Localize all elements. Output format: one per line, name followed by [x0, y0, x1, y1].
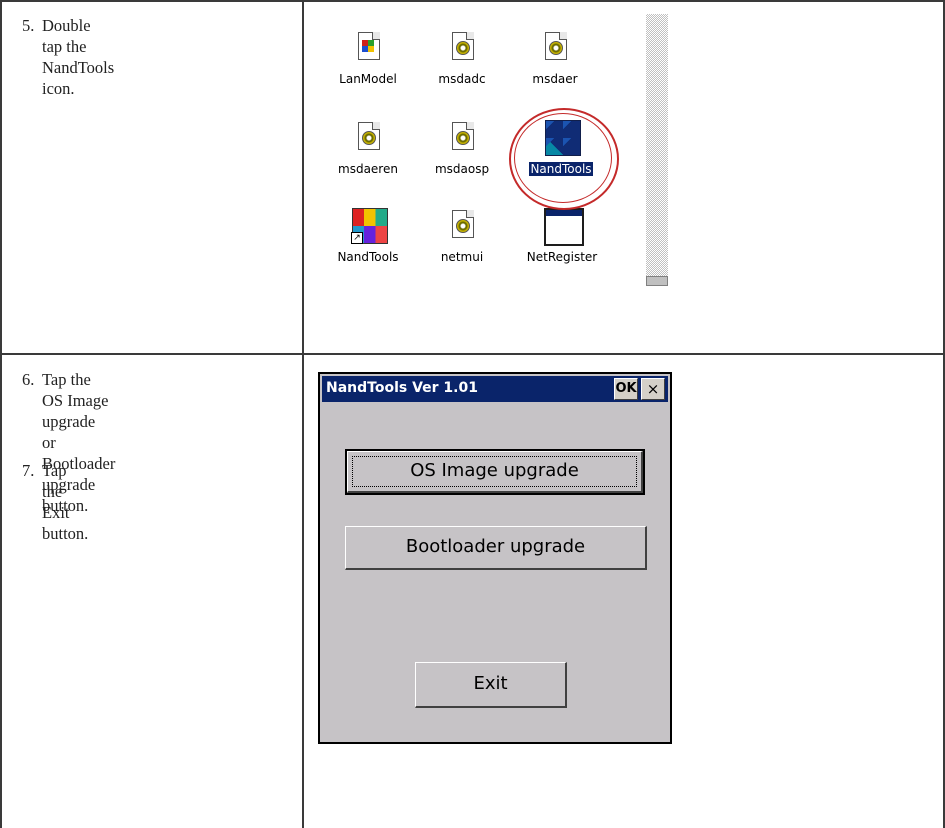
step-number: 7.: [22, 461, 35, 480]
exit-button[interactable]: Exit: [415, 662, 567, 708]
table-row-divider: [0, 353, 945, 355]
gear-doc-icon: [442, 206, 482, 246]
step-text-line: Double tap the NandTools: [42, 16, 115, 77]
file-label: msdaer: [532, 72, 578, 86]
gear-doc-icon: [442, 28, 482, 68]
file-label: NetRegister: [526, 250, 598, 264]
nandtools-dialog: NandTools Ver 1.01 OK × OS Image upgrade…: [318, 372, 672, 744]
step-text-line: icon.: [42, 79, 75, 98]
file-item-netregister[interactable]: NetRegister: [516, 206, 608, 264]
table-border-top: [0, 0, 945, 2]
file-item-msdaer[interactable]: msdaer: [509, 28, 601, 86]
file-item-msdadc[interactable]: msdadc: [416, 28, 508, 86]
step-number: 6.: [22, 370, 35, 389]
file-label: NandTools: [337, 250, 399, 264]
gear-doc-icon: [535, 28, 575, 68]
file-item-msdaosp[interactable]: msdaosp: [416, 118, 508, 176]
cubes-shortcut-icon: ↗: [348, 206, 388, 246]
file-item-nandtools-shortcut[interactable]: ↗ NandTools: [322, 206, 414, 264]
gear-doc-icon: [348, 118, 388, 158]
file-item-msdaeren[interactable]: msdaeren: [322, 118, 414, 176]
file-label: msdadc: [438, 72, 486, 86]
bootloader-upgrade-button[interactable]: Bootloader upgrade: [345, 526, 647, 570]
table-border-left: [0, 0, 2, 828]
file-label: msdaosp: [434, 162, 490, 176]
button-label: Exit: [473, 673, 508, 694]
window-app-icon: [542, 206, 584, 246]
table-column-divider: [302, 0, 304, 828]
focus-rectangle: [352, 456, 637, 487]
os-image-upgrade-button[interactable]: OS Image upgrade: [345, 449, 645, 495]
highlight-circle-inner: [514, 113, 612, 203]
gear-doc-icon: [442, 118, 482, 158]
file-label: LanModel: [339, 72, 397, 86]
close-button[interactable]: ×: [641, 378, 665, 400]
file-item-netmui[interactable]: netmui: [416, 206, 508, 264]
button-label: Bootloader upgrade: [405, 536, 586, 557]
step-number: 5.: [22, 16, 35, 35]
step-text-line: Tap the Exit button.: [42, 461, 89, 543]
file-label: msdaeren: [338, 162, 398, 176]
dialog-title-bar[interactable]: NandTools Ver 1.01 OK ×: [322, 376, 668, 402]
scrollbar-thumb[interactable]: [646, 276, 668, 286]
file-item-lanmodel[interactable]: LanModel: [322, 28, 414, 86]
file-label: netmui: [440, 250, 484, 264]
vertical-scrollbar[interactable]: [646, 14, 668, 286]
setup-doc-icon: [348, 28, 388, 68]
ok-button[interactable]: OK: [614, 378, 638, 400]
dialog-title: NandTools Ver 1.01: [326, 380, 478, 396]
step-text-line: Tap the OS Image upgrade: [42, 370, 109, 431]
